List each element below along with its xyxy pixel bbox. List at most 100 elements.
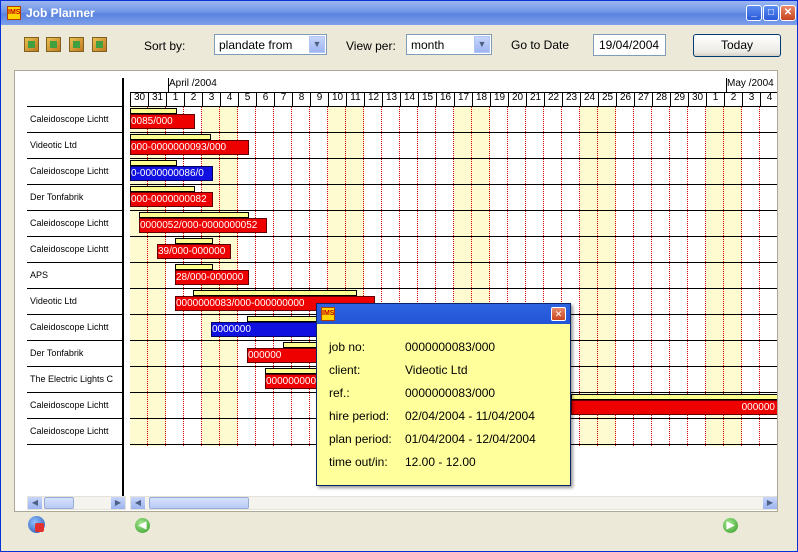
day-header[interactable]: 1: [166, 92, 184, 106]
day-header[interactable]: 20: [508, 92, 526, 106]
tray-icon[interactable]: [69, 37, 84, 52]
scroll-right-icon[interactable]: ▶: [763, 497, 777, 509]
row-resource-name[interactable]: Der Tonfabrik: [30, 184, 125, 210]
day-header[interactable]: 13: [382, 92, 400, 106]
popup-title-bar[interactable]: IMS ✕: [317, 304, 570, 324]
maximize-button[interactable]: □: [763, 5, 779, 21]
day-header[interactable]: 10: [328, 92, 346, 106]
minimize-button[interactable]: _: [746, 5, 762, 21]
popup-field-value: 0000000083/000: [405, 386, 496, 400]
day-header[interactable]: 31: [148, 92, 166, 106]
popup-close-button[interactable]: ✕: [551, 307, 566, 321]
weekend-column: [148, 106, 166, 446]
job-bar[interactable]: 39/000-000000: [157, 244, 231, 259]
day-header[interactable]: 17: [454, 92, 472, 106]
row-resource-name[interactable]: Caleidoscope Lichtt: [30, 236, 125, 262]
row-resource-name[interactable]: Caleidoscope Lichtt: [30, 392, 125, 418]
day-header[interactable]: 29: [670, 92, 688, 106]
row-resource-name[interactable]: Caleidoscope Lichtt: [30, 210, 125, 236]
popup-field-label: client:: [329, 363, 361, 377]
day-gridline: [273, 106, 274, 446]
job-planner-window: IMS Job Planner _ □ ✕ Sort by: plandate …: [0, 0, 798, 552]
popup-field-value: 12.00 - 12.00: [405, 455, 476, 469]
next-arrow-icon[interactable]: ▶: [723, 518, 738, 533]
row-names-scrollbar[interactable]: ◀ ▶: [27, 496, 126, 510]
day-gridline: [309, 106, 310, 446]
day-header[interactable]: 3: [742, 92, 760, 106]
sort-by-select[interactable]: plandate from ▼: [214, 34, 327, 55]
day-header[interactable]: 3: [202, 92, 220, 106]
row-resource-name[interactable]: APS: [30, 262, 125, 288]
day-header[interactable]: 28: [652, 92, 670, 106]
job-bar[interactable]: 0000052/000-0000000052: [139, 218, 267, 233]
row-divider: [130, 262, 777, 263]
day-header[interactable]: 15: [418, 92, 436, 106]
day-header[interactable]: 24: [580, 92, 598, 106]
day-header[interactable]: 7: [274, 92, 292, 106]
day-header[interactable]: 11: [346, 92, 364, 106]
day-header[interactable]: 18: [472, 92, 490, 106]
chevron-down-icon[interactable]: ▼: [474, 36, 490, 53]
day-header[interactable]: 26: [616, 92, 634, 106]
row-resource-name[interactable]: Videotic Ltd: [30, 132, 125, 158]
folder-icon[interactable]: [46, 37, 61, 52]
day-header[interactable]: 30: [130, 92, 148, 106]
row-resource-name[interactable]: Caleidoscope Lichtt: [30, 314, 125, 340]
row-resource-name[interactable]: The Electric Lights C: [30, 366, 125, 392]
day-header[interactable]: 14: [400, 92, 418, 106]
goto-date-input[interactable]: 19/04/2004: [593, 34, 666, 56]
job-bar[interactable]: 0085/000: [130, 114, 195, 129]
row-resource-name[interactable]: Caleidoscope Lichtt: [30, 418, 125, 444]
row-divider: [130, 132, 777, 133]
goto-date-label: Go to Date: [511, 38, 570, 52]
day-header[interactable]: 21: [526, 92, 544, 106]
job-bar[interactable]: 000-0000000093/000: [130, 140, 249, 155]
popup-field-label: time out/in:: [329, 455, 388, 469]
job-bar[interactable]: 0-0000000086/0: [130, 166, 213, 181]
day-header[interactable]: 4: [220, 92, 238, 106]
chevron-down-icon[interactable]: ▼: [309, 36, 325, 53]
day-header[interactable]: 22: [544, 92, 562, 106]
day-header[interactable]: 8: [292, 92, 310, 106]
day-header[interactable]: 12: [364, 92, 382, 106]
day-header[interactable]: 2: [724, 92, 742, 106]
job-detail-popup: IMS ✕ job no: 0000000083/000 client: Videot…: [316, 303, 571, 486]
row-resource-name[interactable]: Der Tonfabrik: [30, 340, 125, 366]
day-header[interactable]: 9: [310, 92, 328, 106]
row-resource-name[interactable]: Caleidoscope Lichtt: [30, 158, 125, 184]
export-icon[interactable]: [92, 37, 107, 52]
calendar-scrollbar[interactable]: ◀ ▶: [130, 496, 777, 510]
previous-arrow-icon[interactable]: ◀: [135, 518, 150, 533]
scroll-right-icon[interactable]: ▶: [111, 497, 125, 509]
scroll-thumb[interactable]: [149, 497, 249, 509]
day-header[interactable]: 30: [688, 92, 706, 106]
close-button[interactable]: ✕: [780, 5, 796, 21]
row-resource-name[interactable]: Videotic Ltd: [30, 288, 125, 314]
day-header[interactable]: 27: [634, 92, 652, 106]
title-bar[interactable]: IMS Job Planner _ □ ✕: [1, 1, 797, 25]
day-header[interactable]: 5: [238, 92, 256, 106]
day-header[interactable]: 23: [562, 92, 580, 106]
day-header[interactable]: 1: [706, 92, 724, 106]
film-strip-icon[interactable]: [24, 37, 39, 52]
row-divider: [130, 184, 777, 185]
day-header[interactable]: 2: [184, 92, 202, 106]
day-header[interactable]: 16: [436, 92, 454, 106]
scroll-thumb[interactable]: [44, 497, 74, 509]
scroll-left-icon[interactable]: ◀: [28, 497, 42, 509]
row-resource-name[interactable]: Caleidoscope Lichtt: [30, 106, 125, 132]
row-divider: [130, 288, 777, 289]
scroll-left-icon[interactable]: ◀: [131, 497, 145, 509]
view-per-select[interactable]: month ▼: [406, 34, 492, 55]
globe-icon[interactable]: [28, 516, 45, 533]
day-gridline: [165, 106, 166, 446]
job-bar[interactable]: 000-0000000082: [130, 192, 213, 207]
day-gridline: [147, 106, 148, 446]
day-header[interactable]: 19: [490, 92, 508, 106]
day-header[interactable]: 6: [256, 92, 274, 106]
day-header[interactable]: 4: [760, 92, 777, 106]
job-bar[interactable]: 000000: [571, 400, 777, 415]
job-bar[interactable]: 28/000-000000: [175, 270, 249, 285]
today-button[interactable]: Today: [693, 34, 781, 57]
day-header[interactable]: 25: [598, 92, 616, 106]
